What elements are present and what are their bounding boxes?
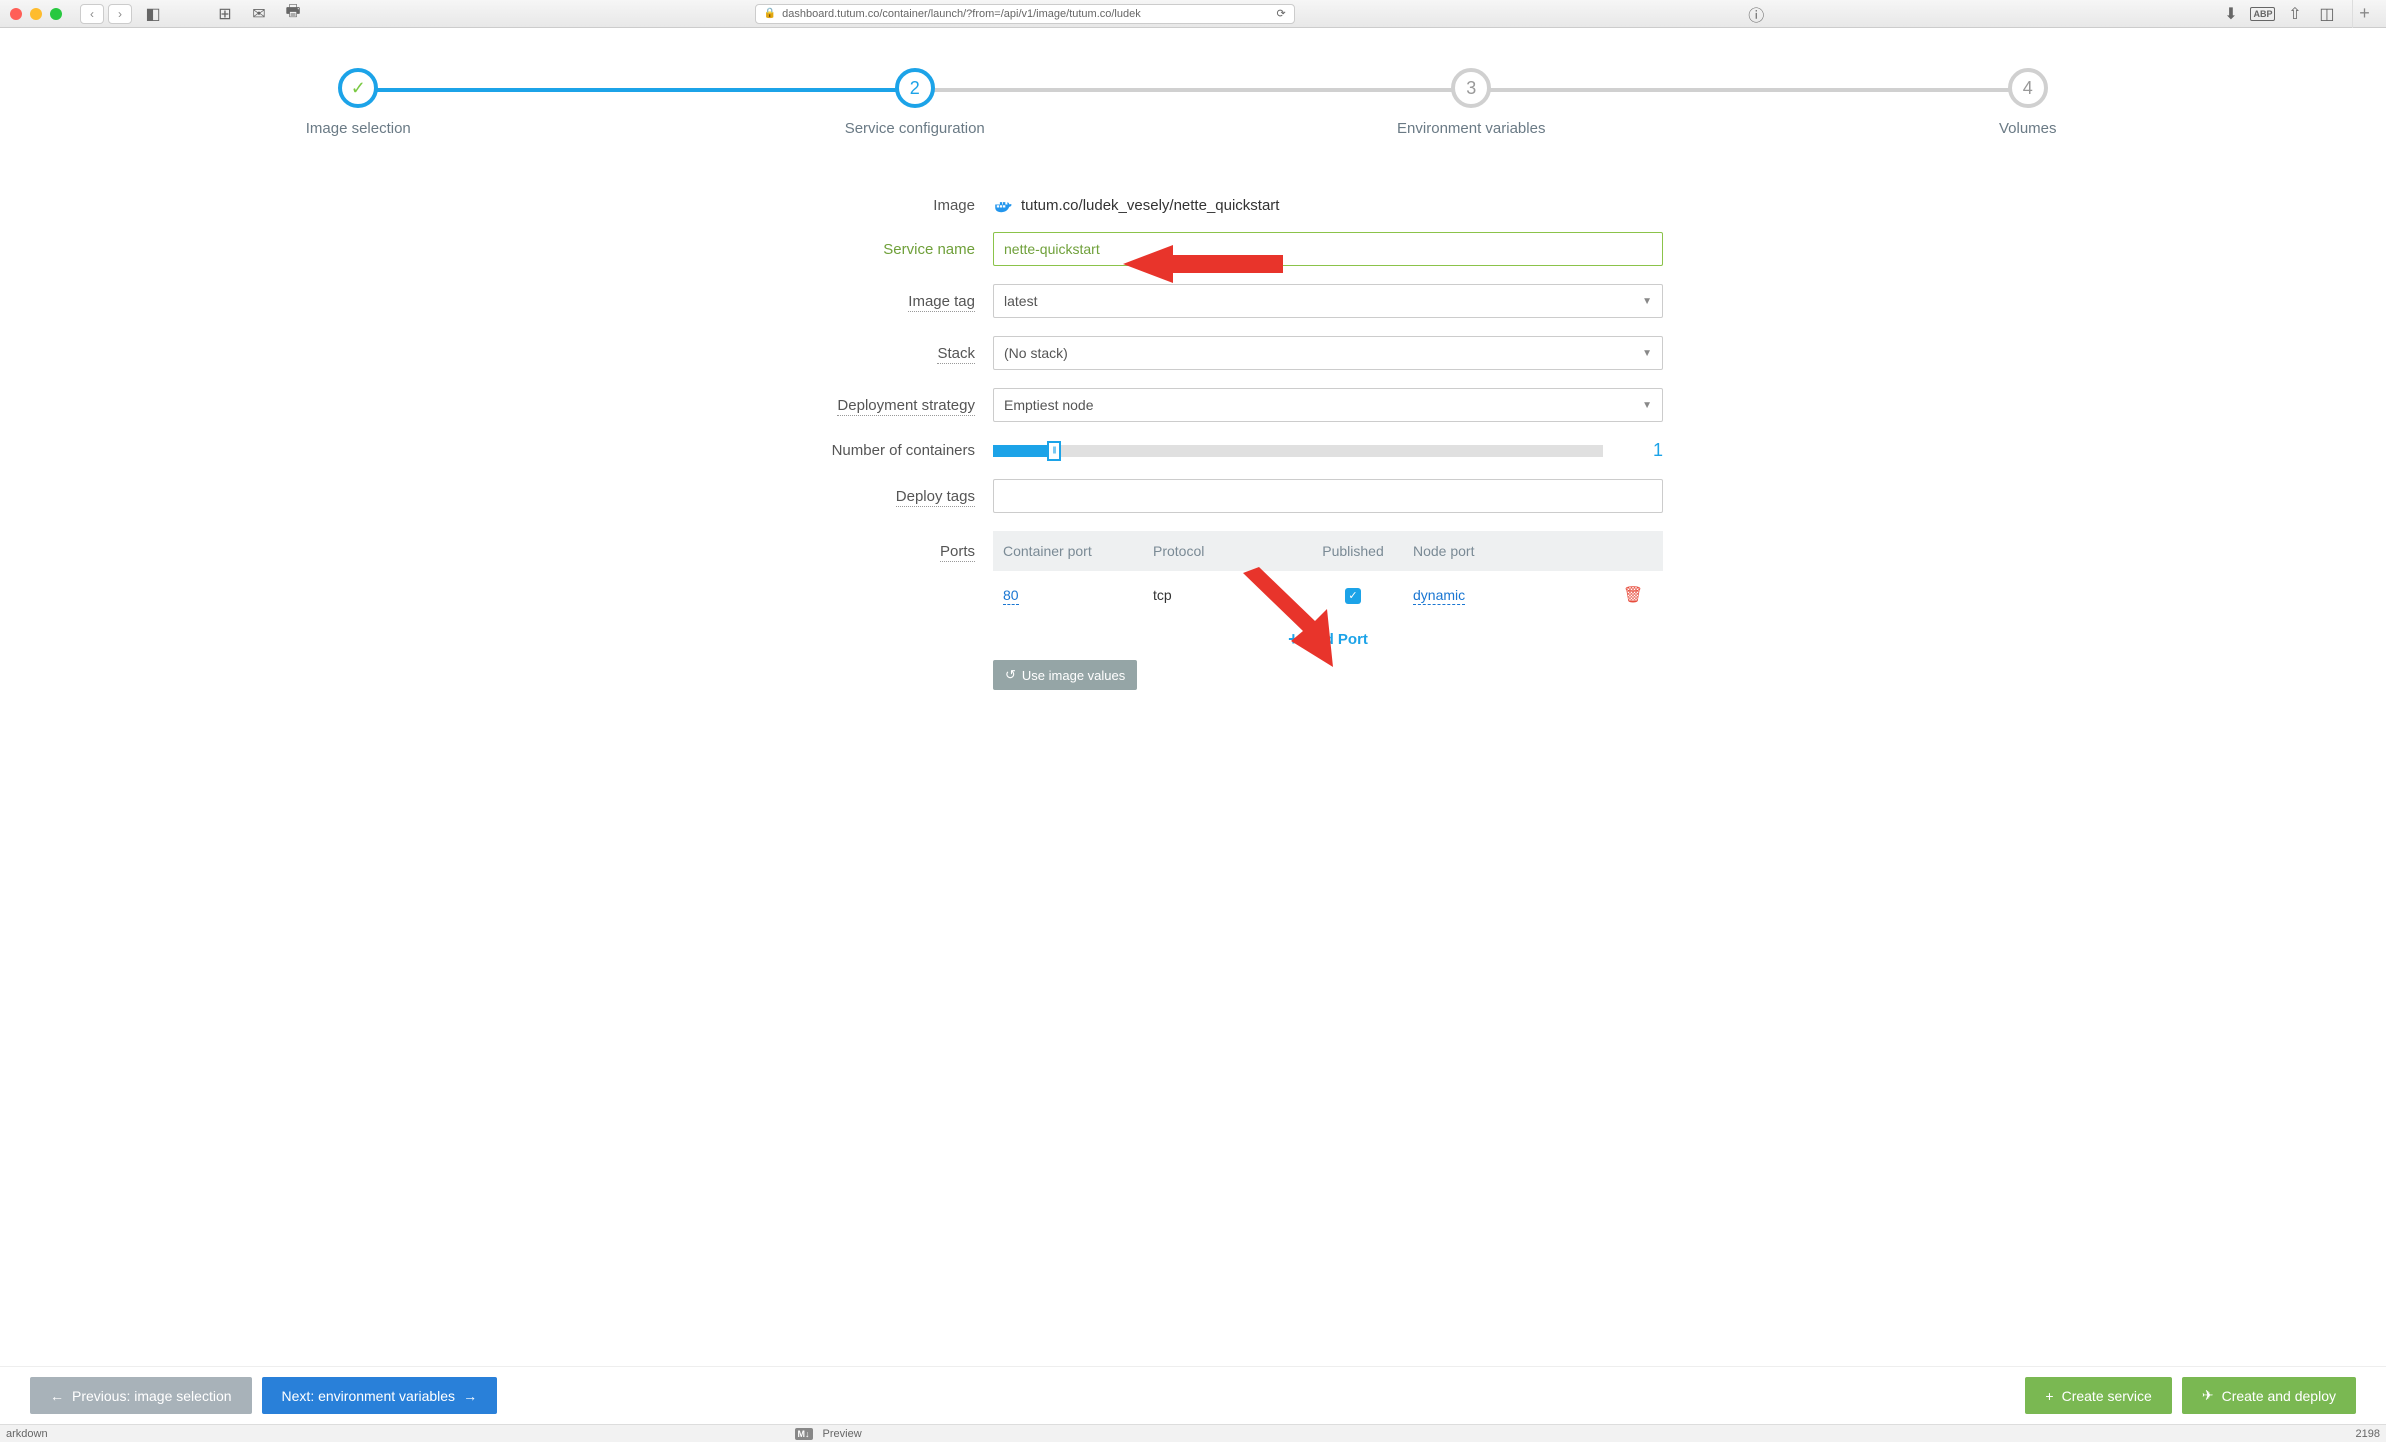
annotation-arrow [1123, 237, 1283, 291]
num-containers-value: 1 [1623, 440, 1663, 461]
step-environment-variables[interactable]: 3 Environment variables [1193, 68, 1750, 137]
info-icon[interactable]: ⓘ [1743, 4, 1769, 24]
col-header: Container port [1003, 543, 1153, 559]
footer-bar: ← Previous: image selection Next: enviro… [0, 1366, 2386, 1424]
address-bar[interactable]: 🔒 dashboard.tutum.co/container/launch/?f… [755, 4, 1295, 24]
service-name-input[interactable] [993, 232, 1663, 266]
window-controls [10, 8, 62, 20]
reload-icon[interactable]: ⟳ [1276, 7, 1285, 20]
chevron-down-icon: ▼ [1642, 348, 1652, 359]
previous-button[interactable]: ← Previous: image selection [30, 1377, 252, 1414]
mail-icon[interactable]: ✉ [246, 4, 272, 24]
share-icon[interactable]: ⇧ [2282, 4, 2308, 24]
url-text: dashboard.tutum.co/container/launch/?fro… [782, 8, 1141, 20]
check-icon: ✓ [338, 68, 378, 108]
create-service-button[interactable]: + Create service [2025, 1377, 2171, 1414]
deployment-strategy-label: Deployment strategy [723, 397, 993, 414]
service-name-label: Service name [723, 241, 993, 258]
col-header: Node port [1393, 543, 1613, 559]
num-containers-label: Number of containers [723, 442, 993, 459]
num-containers-slider[interactable] [993, 445, 1603, 457]
arrow-left-icon: ← [50, 1388, 64, 1404]
new-tab-button[interactable]: + [2352, 0, 2376, 28]
protocol-value[interactable]: tcp [1153, 587, 1172, 604]
step-label: Environment variables [1193, 120, 1750, 137]
stack-label: Stack [723, 345, 993, 362]
step-number: 3 [1451, 68, 1491, 108]
ports-label: Ports [723, 531, 993, 560]
step-label: Volumes [1750, 120, 2307, 137]
browser-toolbar: ‹ › ◧ ⊞ ✉ 🖶 🔒 dashboard.tutum.co/contain… [0, 0, 2386, 28]
minimize-window-button[interactable] [30, 8, 42, 20]
next-button[interactable]: Next: environment variables → [262, 1377, 498, 1414]
download-icon[interactable]: ⬇ [2218, 4, 2244, 24]
print-icon[interactable]: 🖶 [280, 4, 306, 24]
deploy-tags-input[interactable] [993, 479, 1663, 513]
lock-icon: 🔒 [764, 8, 776, 19]
markdown-badge-icon: M↓ [795, 1428, 813, 1440]
ports-table-header: Container port Protocol Published Node p… [993, 531, 1663, 571]
image-tag-label: Image tag [723, 293, 993, 310]
step-image-selection[interactable]: ✓ Image selection [80, 68, 637, 137]
chevron-down-icon: ▼ [1642, 296, 1652, 307]
maximize-window-button[interactable] [50, 8, 62, 20]
image-value: tutum.co/ludek_vesely/nette_quickstart [993, 197, 1663, 214]
wizard-steps: ✓ Image selection 2 Service configuratio… [0, 28, 2386, 167]
step-service-configuration[interactable]: 2 Service configuration [637, 68, 1194, 137]
col-header: Published [1313, 543, 1393, 559]
annotation-arrow [1243, 567, 1353, 667]
close-window-button[interactable] [10, 8, 22, 20]
create-and-deploy-button[interactable]: ✈ Create and deploy [2182, 1377, 2356, 1414]
sidebar-toggle-icon[interactable]: ◧ [140, 4, 166, 24]
grid-icon[interactable]: ⊞ [212, 4, 238, 24]
step-volumes[interactable]: 4 Volumes [1750, 68, 2307, 137]
docker-icon [993, 199, 1013, 213]
node-port-value[interactable]: dynamic [1413, 587, 1465, 605]
status-left: arkdown [6, 1428, 48, 1440]
image-label: Image [723, 197, 993, 214]
chevron-down-icon: ▼ [1642, 400, 1652, 411]
step-number: 2 [895, 68, 935, 108]
slider-handle[interactable] [1047, 441, 1061, 461]
step-number: 4 [2008, 68, 2048, 108]
status-right: 2198 [2356, 1428, 2380, 1440]
tabs-icon[interactable]: ◫ [2314, 4, 2340, 24]
undo-icon: ↺ [1005, 667, 1016, 683]
stack-select[interactable]: (No stack) ▼ [993, 336, 1663, 370]
step-label: Service configuration [637, 120, 1194, 137]
status-preview: Preview [823, 1428, 862, 1440]
use-image-values-button[interactable]: ↺ Use image values [993, 660, 1137, 690]
deploy-tags-label: Deploy tags [723, 488, 993, 505]
abp-icon[interactable]: ABP [2250, 4, 2276, 24]
container-port-value[interactable]: 80 [1003, 587, 1019, 605]
forward-button[interactable]: › [108, 4, 132, 24]
image-tag-select[interactable]: latest ▼ [993, 284, 1663, 318]
arrow-right-icon: → [463, 1388, 477, 1404]
back-button[interactable]: ‹ [80, 4, 104, 24]
status-bar: arkdown M↓ Preview 2198 [0, 1424, 2386, 1442]
col-header: Protocol [1153, 543, 1313, 559]
deployment-strategy-select[interactable]: Emptiest node ▼ [993, 388, 1663, 422]
rocket-icon: ✈ [2202, 1387, 2214, 1404]
step-label: Image selection [80, 120, 637, 137]
trash-icon[interactable]: 🗑 [1623, 587, 1643, 604]
plus-icon: + [2045, 1388, 2053, 1404]
